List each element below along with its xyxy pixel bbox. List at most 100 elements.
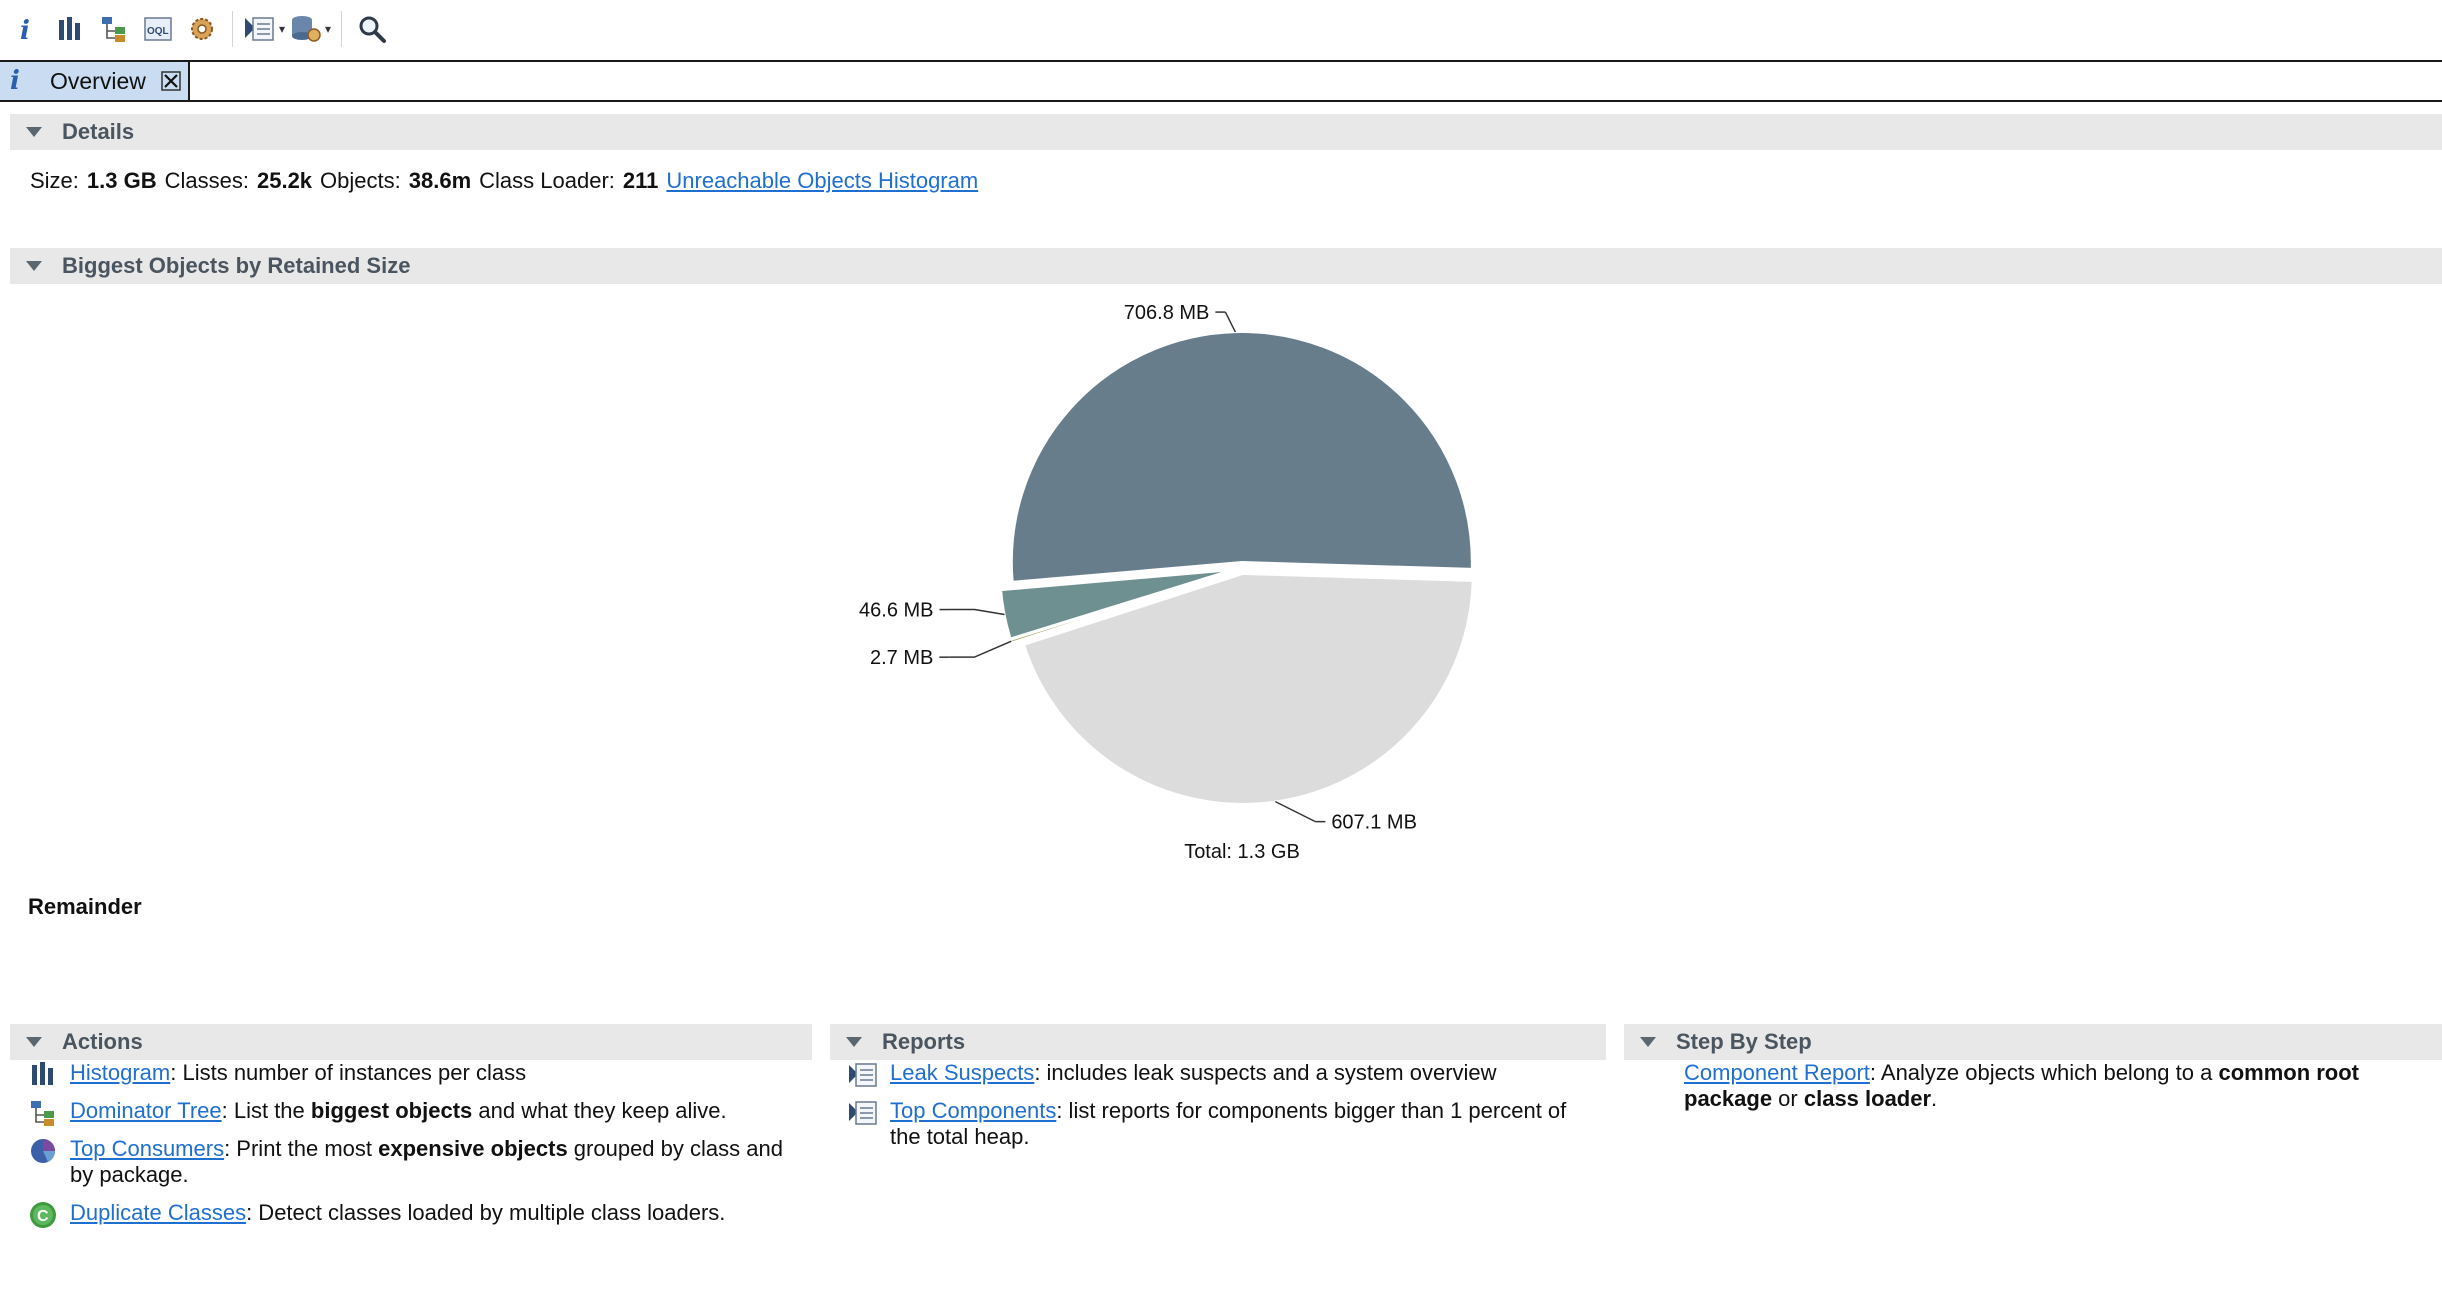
chevron-down-icon: ▾ (325, 22, 332, 36)
biggest-objects-section-header[interactable]: Biggest Objects by Retained Size (10, 248, 2442, 284)
search-button[interactable] (352, 7, 392, 51)
search-icon (359, 16, 387, 43)
description-text: . (1931, 1086, 1938, 1111)
actions-list: Histogram: Lists number of instances per… (28, 1060, 788, 1238)
actions-section-header[interactable]: Actions (10, 1024, 812, 1060)
class-loader-value: 211 (622, 168, 659, 193)
class-loader-label: Class Loader: (479, 168, 615, 193)
step-by-step-list: Component Report: Analyze objects which … (1684, 1060, 2424, 1112)
component-report-link[interactable]: Component Report (1684, 1060, 1870, 1085)
chevron-down-icon: ▾ (279, 22, 286, 36)
leader-line (1274, 800, 1316, 823)
section-title: Step By Step (1676, 1029, 1812, 1054)
collapse-triangle-icon (846, 1037, 862, 1047)
svg-text:OQL: OQL (147, 26, 169, 37)
pie-slice[interactable] (1010, 331, 1473, 583)
details-line: Size: 1.3 GB Classes: 25.2k Objects: 38.6m Cla… (30, 168, 978, 194)
tab-overview[interactable]: i Overview (0, 60, 190, 102)
close-icon[interactable] (160, 70, 182, 92)
slice-label: 46.6 MB (859, 600, 933, 622)
slice-label: 607.1 MB (1331, 812, 1417, 834)
tab-label: Overview (50, 67, 146, 94)
action-duplicate-classes: C Duplicate Classes: Detect classes load… (28, 1200, 788, 1228)
classes-value: 25.2k (256, 168, 313, 193)
leak-suspects-link[interactable]: Leak Suspects (890, 1060, 1034, 1085)
action-top-consumers: Top Consumers: Print the most expensive … (28, 1136, 788, 1188)
remainder-label: Remainder (28, 894, 142, 919)
size-label: Size: (30, 168, 79, 193)
objects-value: 38.6m (408, 168, 472, 193)
action-histogram: Histogram: Lists number of instances per… (28, 1060, 788, 1086)
section-title: Reports (882, 1029, 966, 1054)
pie-chart-icon (31, 1139, 56, 1163)
info-icon: i (10, 66, 20, 96)
reports-dropdown-button[interactable]: ▾ (243, 7, 285, 51)
report-icon (849, 1063, 877, 1087)
main-toolbar: i OQL ▾ ▾ (0, 0, 2442, 58)
dominator-tree-link[interactable]: Dominator Tree (70, 1098, 222, 1123)
histogram-description: : Lists number of instances per class (170, 1060, 527, 1085)
size-value: 1.3 GB (86, 168, 157, 193)
svg-text:i: i (20, 16, 30, 44)
gears-icon (191, 18, 213, 40)
thread-overview-button[interactable] (182, 7, 222, 51)
oql-button[interactable]: OQL (138, 7, 178, 51)
leader-line (949, 608, 1005, 616)
info-icon: i (20, 16, 30, 44)
database-gear-icon (292, 16, 321, 42)
query-browser-dropdown-button[interactable]: ▾ (289, 7, 331, 51)
description-bold: class loader (1803, 1086, 1932, 1111)
details-section-header[interactable]: Details (10, 114, 2442, 150)
histogram-link[interactable]: Histogram (70, 1060, 170, 1085)
leak-suspects-description: : includes leak suspects and a system ov… (1034, 1060, 1497, 1085)
toolbar-separator (341, 11, 343, 47)
class-c-icon: C (30, 1202, 56, 1228)
duplicate-classes-description: : Detect classes loaded by multiple clas… (246, 1200, 726, 1225)
collapse-triangle-icon (26, 261, 42, 271)
step-by-step-section-header[interactable]: Step By Step (1624, 1024, 2442, 1060)
collapse-triangle-icon (26, 1037, 42, 1047)
description-text: or (1772, 1086, 1804, 1111)
histogram-icon (59, 17, 80, 40)
svg-text:C: C (37, 1208, 49, 1225)
report-top-components: Top Components: list reports for compone… (848, 1098, 1578, 1150)
duplicate-classes-link[interactable]: Duplicate Classes (70, 1200, 246, 1225)
histogram-button[interactable] (50, 7, 90, 51)
overview-button[interactable]: i (6, 7, 46, 51)
top-consumers-link[interactable]: Top Consumers (70, 1136, 224, 1161)
report-icon (245, 17, 274, 41)
slice-label: 706.8 MB (1124, 302, 1210, 324)
report-leak-suspects: Leak Suspects: includes leak suspects an… (848, 1060, 1578, 1087)
action-dominator-tree: Dominator Tree: List the biggest objects… (28, 1098, 788, 1126)
collapse-triangle-icon (1640, 1037, 1656, 1047)
slice-label: 2.7 MB (870, 647, 933, 669)
description-text: and what they keep alive. (472, 1098, 727, 1123)
leader-line (1224, 311, 1237, 333)
dominator-tree-icon (102, 17, 125, 42)
description-text: : Print the most (224, 1136, 379, 1161)
description-bold: expensive objects (378, 1136, 568, 1161)
top-components-link[interactable]: Top Components (890, 1098, 1056, 1123)
description-bold: biggest objects (310, 1098, 473, 1123)
description-text: : List the (221, 1098, 311, 1123)
dominator-tree-description: : List the biggest objects and what they… (222, 1098, 727, 1123)
section-title: Actions (62, 1029, 143, 1054)
description-text: : Analyze objects which belong to a (1869, 1060, 2219, 1085)
memory-analyzer-window: i OQL ▾ ▾ i Overview Details Size: 1.3 G… (0, 0, 2442, 1310)
editor-tab-bar: i Overview (0, 60, 2442, 102)
total-label: Total: 1.3 GB (1184, 841, 1300, 863)
oql-icon: OQL (144, 17, 172, 41)
histogram-icon (32, 1062, 53, 1085)
dominator-tree-icon (31, 1101, 54, 1126)
report-icon (849, 1101, 877, 1125)
component-report-item: Component Report: Analyze objects which … (1684, 1060, 2424, 1112)
section-title: Biggest Objects by Retained Size (62, 253, 411, 278)
section-title: Details (62, 119, 135, 144)
classes-label: Classes: (164, 168, 249, 193)
unreachable-objects-histogram-link[interactable]: Unreachable Objects Histogram (666, 168, 978, 193)
leader-line (949, 640, 1012, 658)
objects-label: Objects: (320, 168, 401, 193)
toolbar-separator (232, 11, 233, 47)
dominator-tree-button[interactable] (94, 7, 134, 51)
reports-section-header[interactable]: Reports (830, 1024, 1606, 1060)
